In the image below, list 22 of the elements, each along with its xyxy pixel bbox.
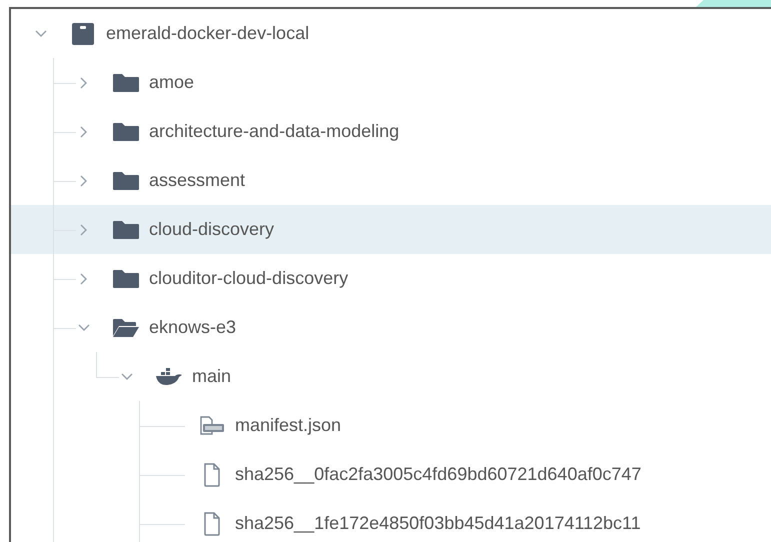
tree-row[interactable]: cloud-discovery (11, 205, 771, 254)
tree-row[interactable]: main (11, 352, 771, 401)
tree-row[interactable]: clouditor-cloud-discovery (11, 254, 771, 303)
tree-row[interactable]: amoe (11, 58, 771, 107)
tree-row[interactable]: sha256__0fac2fa3005c4fd69bd60721d640af0c747 (11, 450, 771, 499)
item-label: main (192, 365, 232, 388)
item-label: cloud-discovery (149, 218, 274, 241)
item-label: emerald-docker-dev-local (106, 22, 310, 45)
item-label: clouditor-cloud-discovery (149, 267, 348, 290)
tree-row[interactable]: manifest.json (11, 401, 771, 450)
item-label: amoe (149, 71, 194, 94)
item-label: architecture-and-data-modeling (149, 120, 400, 143)
item-label: assessment (149, 169, 246, 192)
tree-row[interactable]: sha256__1fe172e4850f03bb45d41a20174112bc11 (11, 499, 771, 542)
item-label: eknows-e3 (149, 316, 236, 339)
item-label: sha256__0fac2fa3005c4fd69bd60721d640af0c747 (235, 463, 642, 486)
tree-row[interactable]: eknows-e3 (11, 303, 771, 352)
tree-row[interactable]: emerald-docker-dev-local (11, 9, 771, 58)
tree-row[interactable]: assessment (11, 156, 771, 205)
item-label: sha256__1fe172e4850f03bb45d41a20174112bc11 (235, 512, 641, 535)
item-label: manifest.json (235, 414, 342, 437)
tree-row[interactable]: architecture-and-data-modeling (11, 107, 771, 156)
